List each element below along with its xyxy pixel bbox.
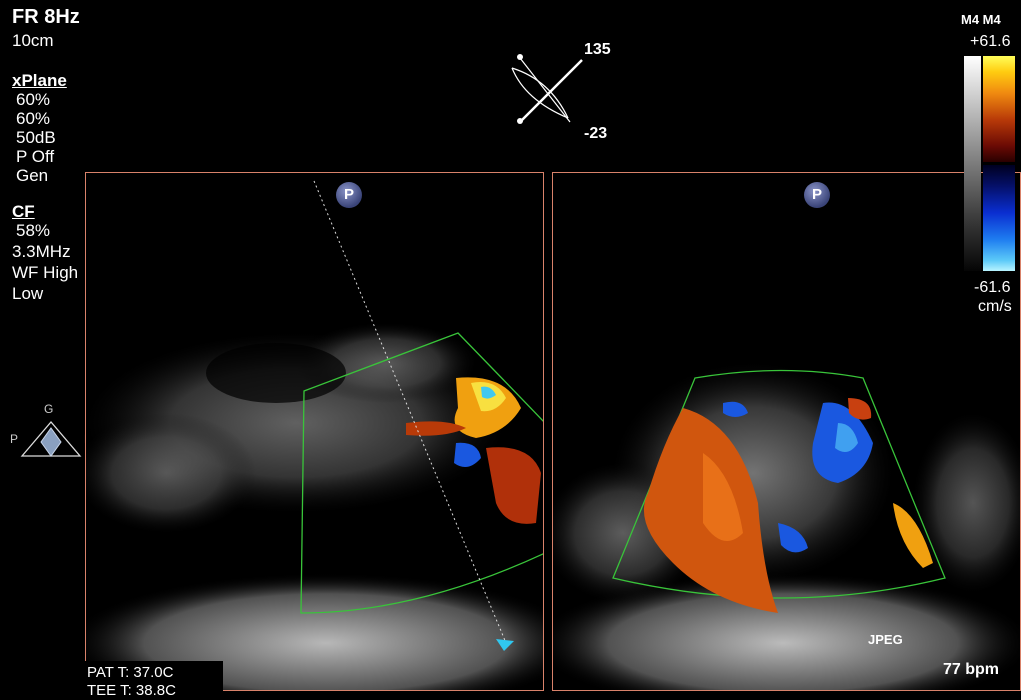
patient-temperature: PAT T: 37.0C [87, 664, 174, 681]
colormap-positive-bar [983, 56, 1015, 162]
colormap-negative-bar [983, 165, 1015, 271]
xplane-title: xPlane [12, 71, 67, 90]
left-image-pane[interactable]: P [85, 172, 544, 691]
orientation-triangle-icon [20, 420, 82, 457]
right-pane-marker-icon: P [804, 182, 830, 208]
heart-rate: 77 bpm [943, 661, 1000, 678]
xplane-param-1: 60% [16, 90, 51, 109]
colormap-unit: cm/s [978, 298, 1012, 315]
colormap-max-value: +61.6 [970, 33, 1011, 50]
left-echo-image [86, 180, 543, 690]
grayscale-bar [964, 56, 981, 271]
left-pane-marker-icon: P [336, 182, 362, 208]
probe-angle-secondary: -23 [584, 125, 608, 142]
xplane-param-5: Gen [16, 166, 49, 185]
temperature-box: PAT T: 37.0C TEE T: 38.8C [85, 661, 223, 699]
format-label: JPEG [868, 632, 903, 647]
cf-param-4: Low [12, 284, 44, 303]
right-image-pane[interactable]: P JPEG [552, 172, 1021, 691]
cf-param-1: 58% [16, 221, 51, 240]
tee-temperature: TEE T: 38.8C [87, 682, 176, 699]
cf-param-2: 3.3MHz [12, 242, 71, 261]
probe-angle-primary: 135 [584, 41, 611, 58]
colormap-min-value: -61.6 [974, 279, 1011, 296]
cf-param-3: WF High [12, 263, 79, 282]
xplane-param-4: P Off [16, 147, 55, 166]
xplane-param-3: 50dB [16, 128, 56, 147]
right-echo-image [553, 363, 1020, 690]
depth-label: 10cm [12, 31, 54, 50]
xplane-param-2: 60% [16, 109, 51, 128]
orientation-left-label: P [10, 432, 19, 446]
orientation-marker: G P R [10, 400, 93, 462]
frame-rate-label: FR 8Hz [12, 6, 80, 28]
cf-title: CF [12, 202, 35, 221]
colormap-mode-label: M4 M4 [961, 12, 1001, 27]
